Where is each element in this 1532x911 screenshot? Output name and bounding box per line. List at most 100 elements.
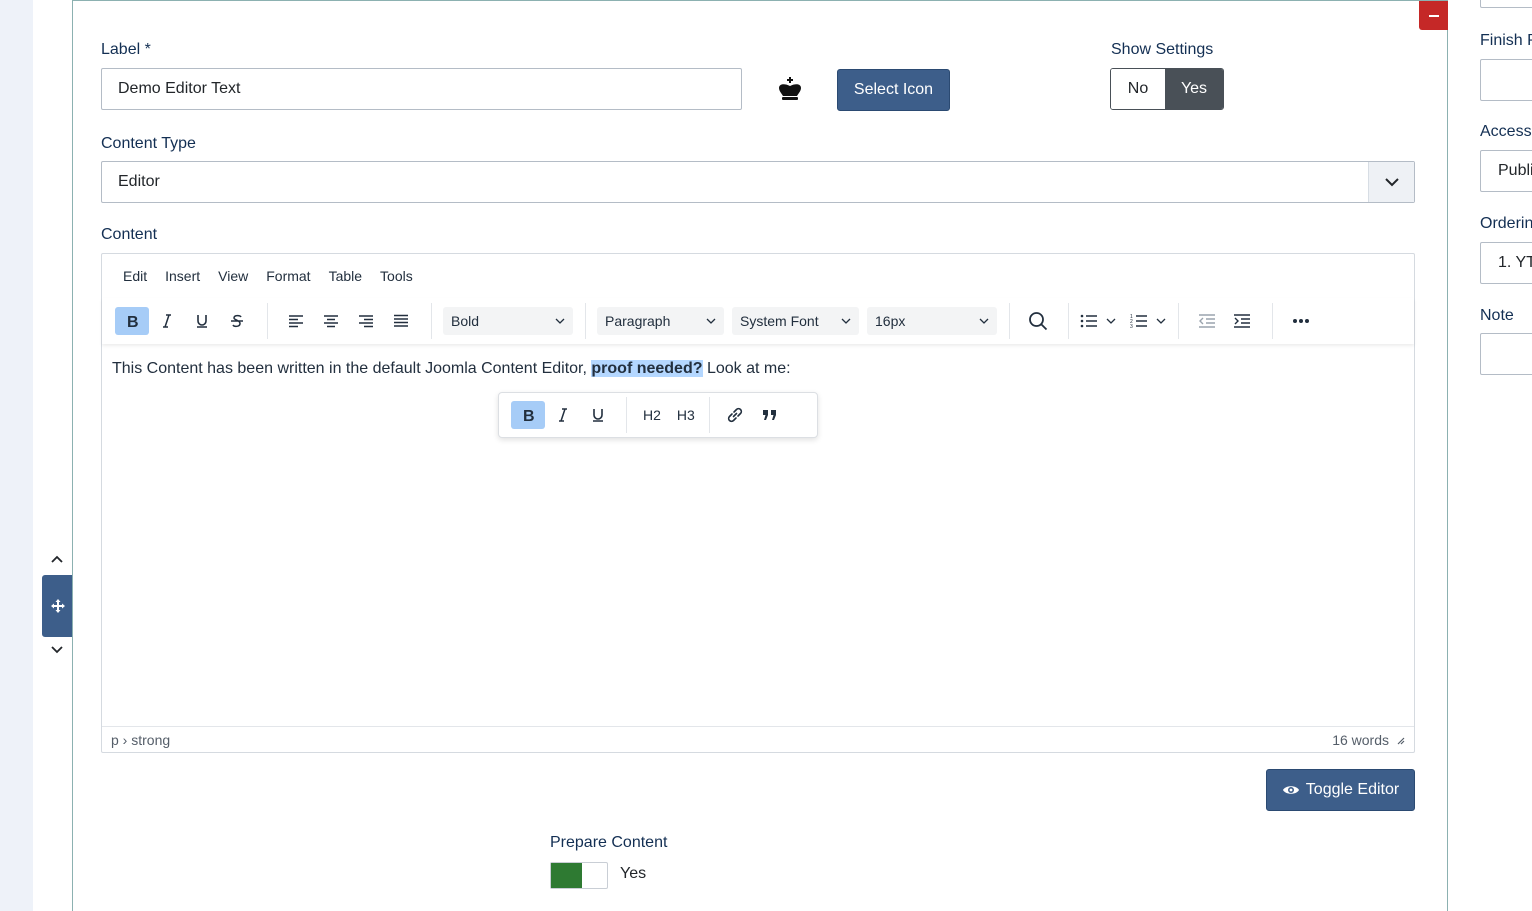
underline-icon — [197, 315, 207, 328]
content-title: Content — [101, 226, 158, 243]
indent-button[interactable] — [1225, 307, 1259, 335]
toolbar-separator — [585, 303, 586, 339]
quick-h3-button[interactable]: H3 — [669, 407, 703, 423]
move-up-icon[interactable] — [50, 552, 64, 571]
remove-field-button[interactable] — [1419, 1, 1448, 30]
menu-insert[interactable]: Insert — [156, 268, 209, 284]
move-icon — [50, 599, 65, 613]
page-left-strip — [0, 0, 33, 911]
bold-button[interactable]: B — [115, 307, 149, 335]
quick-h2-button[interactable]: H2 — [635, 407, 669, 423]
indent-icon — [1234, 314, 1250, 328]
bold-icon: B — [523, 408, 535, 423]
align-right-icon — [359, 315, 373, 328]
align-justify-icon — [394, 314, 408, 327]
chevron-down-icon — [841, 318, 851, 324]
italic-icon — [559, 408, 567, 422]
quick-blockquote-button[interactable] — [753, 401, 787, 429]
prepare-content-switch[interactable] — [550, 862, 608, 889]
font-size-select-value: 16px — [875, 313, 906, 329]
toolbar-separator — [1068, 303, 1069, 339]
content-type-select[interactable]: Editor — [101, 161, 1415, 203]
menu-view[interactable]: View — [209, 268, 257, 284]
content-type-title: Content Type — [101, 135, 196, 152]
prepare-content-value: Yes — [620, 865, 647, 882]
menu-edit[interactable]: Edit — [114, 268, 156, 284]
search-replace-button[interactable] — [1021, 307, 1055, 335]
sidebar-top-input[interactable] — [1480, 0, 1532, 8]
more-icon — [1293, 319, 1309, 323]
align-center-button[interactable] — [314, 307, 348, 335]
underline-button[interactable] — [185, 307, 219, 335]
format-select[interactable]: Paragraph — [597, 307, 724, 335]
align-center-icon — [324, 315, 338, 328]
menu-format[interactable]: Format — [257, 268, 319, 284]
resize-handle-icon[interactable] — [1395, 735, 1405, 745]
toolbar-separator — [1009, 303, 1010, 339]
bullet-list-icon — [1080, 314, 1097, 328]
toolbar-separator — [431, 303, 432, 339]
show-settings-no[interactable]: No — [1111, 69, 1165, 109]
strikethrough-icon — [231, 314, 243, 328]
toggle-editor-button[interactable]: Toggle Editor — [1266, 769, 1415, 811]
outdent-icon — [1199, 314, 1215, 328]
label-field-title: Label * — [101, 41, 151, 58]
chevron-down-icon — [979, 318, 989, 324]
quick-bold-button[interactable]: B — [511, 401, 545, 429]
quick-underline-button[interactable] — [581, 401, 615, 429]
access-select[interactable]: Publi — [1480, 150, 1532, 192]
italic-icon — [163, 314, 171, 328]
bullet-list-button[interactable] — [1080, 313, 1116, 329]
editor-toolbar: B Bold Paragraph System Font 16px 1 2 3 — [102, 298, 1414, 344]
italic-button[interactable] — [150, 307, 184, 335]
svg-text:B: B — [127, 314, 139, 329]
toolbar-separator — [708, 397, 710, 433]
quick-italic-button[interactable] — [546, 401, 580, 429]
more-button[interactable] — [1284, 307, 1318, 335]
align-justify-button[interactable] — [384, 307, 418, 335]
format-select-value: Paragraph — [605, 313, 671, 329]
font-family-select[interactable]: System Font — [732, 307, 859, 335]
strikethrough-button[interactable] — [220, 307, 254, 335]
ordering-select[interactable]: 1. YT — [1480, 242, 1532, 284]
note-label: Note — [1480, 307, 1514, 324]
editor-content[interactable]: This Content has been written in the def… — [112, 358, 791, 380]
outdent-button[interactable] — [1190, 307, 1224, 335]
blocks-select[interactable]: Bold — [443, 307, 573, 335]
font-size-select[interactable]: 16px — [867, 307, 997, 335]
content-selected-text: proof needed? — [591, 360, 703, 377]
menu-table[interactable]: Table — [320, 268, 371, 284]
select-icon-button[interactable]: Select Icon — [837, 69, 950, 111]
align-left-button[interactable] — [279, 307, 313, 335]
ordering-label: Orderin — [1480, 215, 1532, 232]
show-settings-toggle: No Yes — [1110, 68, 1224, 110]
finish-publishing-input[interactable] — [1480, 59, 1532, 101]
label-input[interactable]: Demo Editor Text — [101, 68, 742, 110]
chevron-down-icon — [1156, 318, 1166, 324]
show-settings-yes[interactable]: Yes — [1165, 69, 1223, 109]
note-input[interactable] — [1480, 333, 1532, 375]
drag-handle[interactable] — [42, 575, 73, 637]
element-path[interactable]: p › strong — [111, 732, 170, 748]
content-type-value: Editor — [118, 173, 160, 190]
quick-link-button[interactable] — [718, 401, 752, 429]
numbered-list-icon: 123 — [1130, 314, 1147, 329]
chevron-down-icon — [1106, 318, 1116, 324]
numbered-list-button[interactable]: 123 — [1130, 313, 1166, 329]
align-right-button[interactable] — [349, 307, 383, 335]
word-count: 16 words — [1332, 731, 1389, 748]
move-down-icon[interactable] — [50, 643, 64, 662]
underline-icon — [593, 409, 603, 422]
show-settings-title: Show Settings — [1111, 41, 1214, 58]
search-icon — [1029, 312, 1048, 331]
prepare-content-title: Prepare Content — [550, 834, 668, 851]
finish-publishing-label: Finish P — [1480, 32, 1532, 49]
minus-icon — [1428, 14, 1439, 17]
content-text-after: Look at me: — [702, 360, 791, 377]
chess-king-icon — [776, 76, 804, 104]
chevron-down-icon — [1368, 162, 1414, 202]
menu-tools[interactable]: Tools — [371, 268, 422, 284]
switch-knob — [551, 863, 582, 888]
quick-toolbar: B H2 H3 — [498, 392, 818, 438]
toggle-editor-label: Toggle Editor — [1305, 781, 1400, 798]
